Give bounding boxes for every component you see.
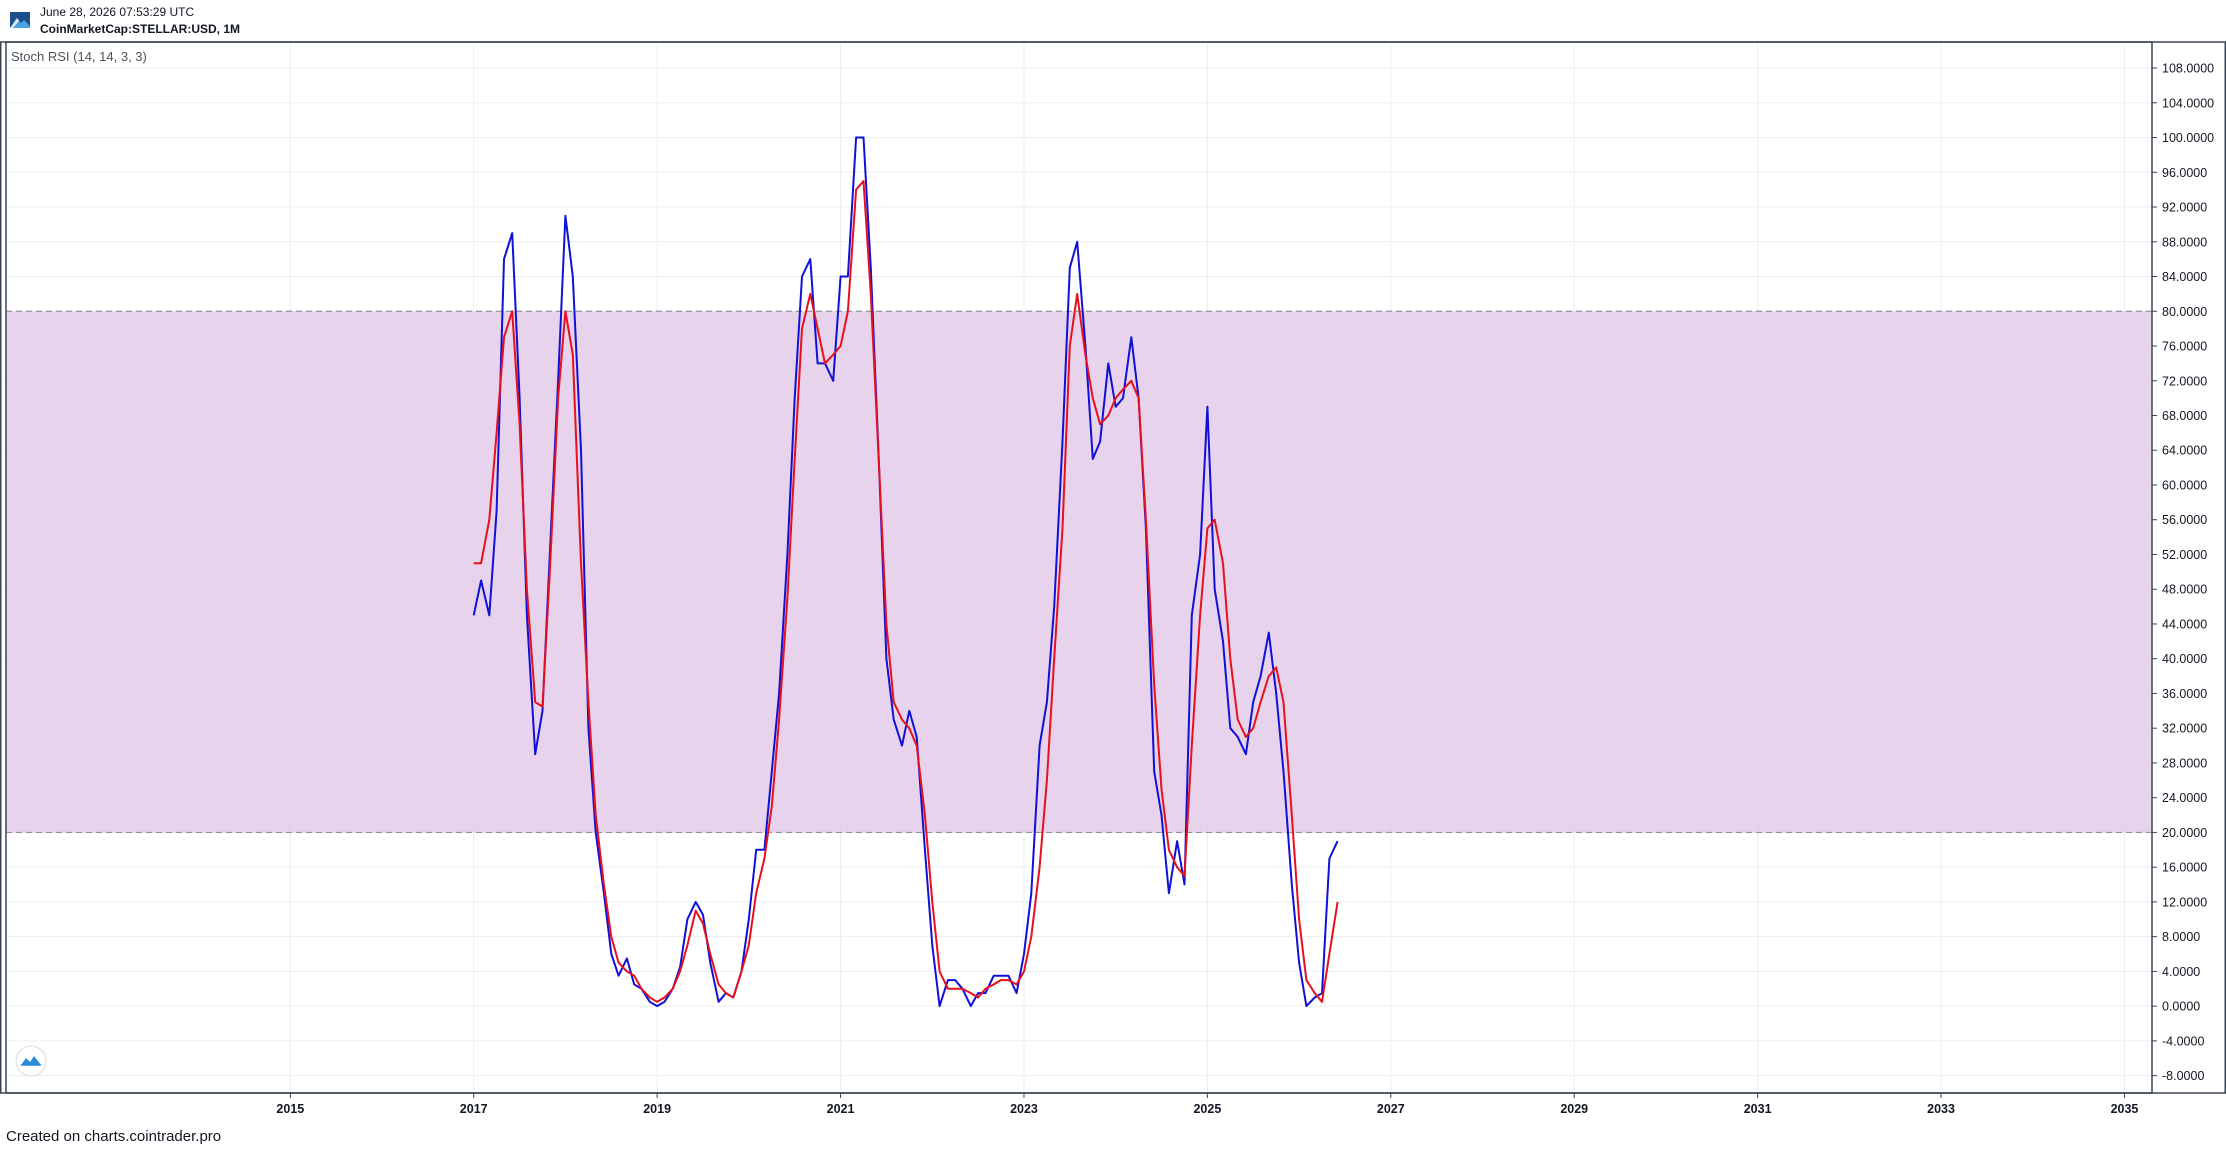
y-tick-label: 108.0000 [2162, 62, 2214, 76]
footer-credit: Created on charts.cointrader.pro [6, 1128, 222, 1145]
x-tick-label: 2025 [1193, 1102, 1221, 1116]
y-tick-label: 100.0000 [2162, 131, 2214, 145]
y-tick-label: 24.0000 [2162, 791, 2207, 805]
overbought-oversold-band [6, 310, 2152, 834]
stoch-rsi-chart[interactable]: 108.0000 104.0000 100.0000 96.0000 92.0000 88… [0, 0, 2226, 1152]
cointrader-badge-icon[interactable] [15, 1045, 47, 1077]
y-tick-label: 20.0000 [2162, 826, 2207, 840]
y-tick-label: 44.0000 [2162, 617, 2207, 631]
y-tick-label: 40.0000 [2162, 652, 2207, 666]
y-tick-label: 12.0000 [2162, 895, 2207, 909]
y-tick-label: 64.0000 [2162, 444, 2207, 458]
x-tick-label: 2015 [276, 1102, 304, 1116]
x-tick-label: 2031 [1744, 1102, 1772, 1116]
band-fill [6, 311, 2152, 833]
chart-area[interactable]: 108.0000 104.0000 100.0000 96.0000 92.0000 88… [0, 0, 2226, 1152]
x-tick-label: 2033 [1927, 1102, 1955, 1116]
y-tick-label: 80.0000 [2162, 305, 2207, 319]
x-tick-label: 2019 [643, 1102, 671, 1116]
y-tick-label: 16.0000 [2162, 861, 2207, 875]
indicator-label: Stoch RSI (14, 14, 3, 3) [11, 49, 147, 64]
y-tick-label: 0.0000 [2162, 1000, 2200, 1014]
y-tick-label: 8.0000 [2162, 930, 2200, 944]
y-tick-label: 28.0000 [2162, 756, 2207, 770]
x-tick-label: 2029 [1560, 1102, 1588, 1116]
y-tick-label: 4.0000 [2162, 965, 2200, 979]
y-tick-label: 36.0000 [2162, 687, 2207, 701]
y-tick-label: -8.0000 [2162, 1069, 2204, 1083]
x-axis: 2015 2017 2019 2021 2023 2025 2027 2029 2031 2033… [276, 1093, 2138, 1116]
y-tick-label: 52.0000 [2162, 548, 2207, 562]
x-tick-label: 2023 [1010, 1102, 1038, 1116]
y-tick-label: 88.0000 [2162, 235, 2207, 249]
x-tick-label: 2017 [460, 1102, 488, 1116]
y-tick-label: -4.0000 [2162, 1034, 2204, 1048]
y-tick-label: 60.0000 [2162, 478, 2207, 492]
y-tick-label: 104.0000 [2162, 96, 2214, 110]
y-tick-label: 76.0000 [2162, 340, 2207, 354]
y-tick-label: 32.0000 [2162, 722, 2207, 736]
y-tick-label: 92.0000 [2162, 201, 2207, 215]
y-tick-label: 72.0000 [2162, 374, 2207, 388]
y-tick-label: 48.0000 [2162, 583, 2207, 597]
x-tick-label: 2027 [1377, 1102, 1405, 1116]
x-tick-label: 2021 [827, 1102, 855, 1116]
y-tick-label: 56.0000 [2162, 513, 2207, 527]
y-tick-label: 96.0000 [2162, 166, 2207, 180]
y-tick-label: 84.0000 [2162, 270, 2207, 284]
x-tick-label: 2035 [2111, 1102, 2139, 1116]
y-axis: 108.0000 104.0000 100.0000 96.0000 92.0000 88… [2152, 62, 2214, 1083]
y-tick-label: 68.0000 [2162, 409, 2207, 423]
